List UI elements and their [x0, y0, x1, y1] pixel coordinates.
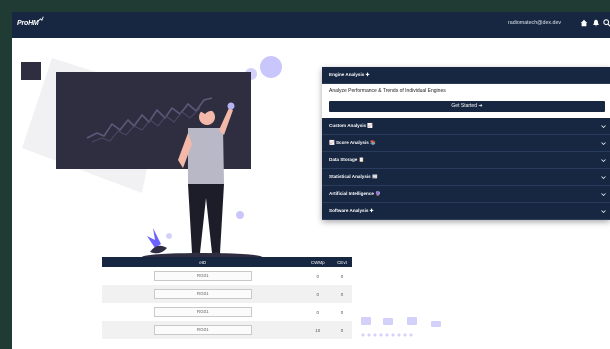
person-pants	[188, 184, 224, 253]
engine-analysis-body: Analyze Performance & Trends of Individu…	[322, 84, 610, 118]
marker-highlight	[227, 102, 235, 110]
section-label: Artificial Intelligence 🔮	[329, 191, 381, 196]
chevron-down-icon	[601, 210, 606, 214]
cevt-cell: 0	[340, 309, 344, 315]
table-row: RG01 0 0	[102, 285, 352, 303]
section-statistical-analysis[interactable]: Statistical Analysis 📰	[322, 169, 610, 186]
analyst-illustration	[22, 56, 282, 261]
chevron-down-icon	[601, 159, 606, 163]
chevron-down-icon	[601, 125, 606, 129]
column-header-eid: eID	[102, 257, 304, 267]
chevron-down-icon	[601, 142, 606, 146]
search-icon[interactable]	[603, 19, 610, 27]
faded-chart-icons	[361, 317, 441, 337]
cevt-cell: 0	[340, 273, 344, 279]
hero-illustration	[12, 38, 312, 268]
engine-analysis-header[interactable]: Engine Analysis ✚	[322, 67, 610, 84]
section-custom-analysis[interactable]: Custom Analysis 📈	[322, 118, 610, 135]
engine-analysis-description: Analyze Performance & Trends of Individu…	[329, 88, 446, 94]
section-label: Software Analysis ✚	[329, 208, 374, 213]
cevt-cell: 0	[331, 321, 352, 339]
get-started-button[interactable]: Get Started ➜	[329, 101, 605, 112]
cwmp-cell: 10	[303, 321, 332, 339]
table-row: RG01 10 0	[102, 321, 352, 339]
table-header-row: eID CWMp CEvt	[102, 257, 352, 267]
app-frame: ProHM radiomatech@dex.dev Engine Analysi…	[12, 12, 610, 349]
engine-analysis-title: Engine Analysis ✚	[329, 72, 370, 77]
cwmp-cell: 0	[303, 285, 332, 303]
logo-spark-icon	[37, 16, 44, 22]
column-header-cwmp: CWMp	[303, 257, 332, 267]
analysis-accordion: Engine Analysis ✚ Analyze Performance & …	[322, 67, 610, 220]
top-navbar: ProHM radiomatech@dex.dev	[12, 12, 610, 38]
section-score-analysis[interactable]: 📈 Score Analysis 📚	[322, 135, 610, 152]
bell-icon[interactable]	[592, 19, 600, 27]
cevt-cell: 0	[331, 285, 352, 303]
app-logo[interactable]: ProHM	[17, 20, 39, 27]
deco-circle-dot-2	[166, 233, 172, 239]
deco-circle-large	[260, 56, 282, 78]
table-row: RG01 0 0	[102, 267, 352, 285]
chevron-down-icon	[601, 193, 606, 197]
plant-leaves	[147, 228, 161, 248]
deco-circle-dot	[236, 211, 244, 219]
column-header-cevt: CEvt	[331, 257, 352, 267]
home-icon[interactable]	[580, 19, 588, 27]
chevron-down-icon	[601, 176, 606, 180]
cwmp-cell: 0	[316, 273, 319, 279]
person-shirt	[188, 128, 224, 184]
engine-id-button[interactable]: RG01	[153, 271, 252, 281]
table-row: RG01 0 0	[102, 303, 352, 321]
section-label: Statistical Analysis 📰	[329, 174, 378, 179]
decor-square	[21, 62, 41, 80]
section-data-storage[interactable]: Data Storage 📋	[322, 152, 610, 169]
engine-table: eID CWMp CEvt RG01 0 0 RG01 0 0 RG01 0 0	[102, 257, 352, 339]
engine-id-button[interactable]: RG01	[153, 325, 252, 335]
engine-id-button[interactable]: RG01	[153, 307, 252, 317]
section-artificial-intelligence[interactable]: Artificial Intelligence 🔮	[322, 186, 610, 203]
engine-id-button[interactable]: RG01	[153, 289, 252, 299]
cwmp-cell: 0	[316, 309, 319, 315]
user-email: radiomatech@dex.dev	[508, 20, 562, 26]
section-label: Custom Analysis 📈	[329, 123, 374, 128]
section-label: Data Storage 📋	[329, 157, 365, 162]
section-software-analysis[interactable]: Software Analysis ✚	[322, 203, 610, 220]
section-label: 📈 Score Analysis 📚	[329, 140, 376, 145]
